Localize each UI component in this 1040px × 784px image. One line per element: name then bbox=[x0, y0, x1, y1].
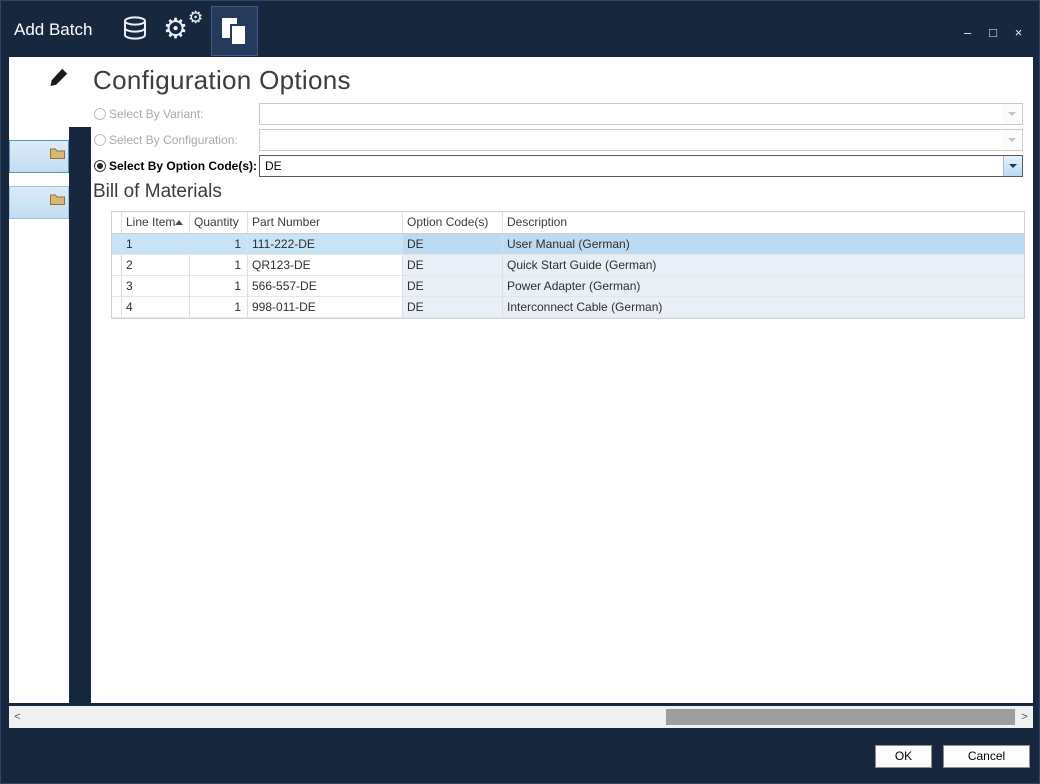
cell-part-number[interactable]: 566-557-DE bbox=[248, 276, 403, 296]
select-by-option-codes-row: Select By Option Code(s): DE bbox=[93, 155, 1023, 177]
combobox-value: DE bbox=[265, 159, 282, 173]
cancel-button[interactable]: Cancel bbox=[943, 745, 1030, 768]
column-header-quantity[interactable]: Quantity bbox=[190, 212, 248, 233]
sidebar-divider bbox=[69, 127, 91, 703]
maximize-button[interactable]: □ bbox=[983, 25, 1004, 40]
minimize-button[interactable]: – bbox=[957, 25, 978, 40]
cell-option-codes[interactable]: DE bbox=[403, 276, 503, 296]
column-header-label: Line Item bbox=[126, 212, 175, 233]
table-row[interactable]: 3 1 566-557-DE DE Power Adapter (German) bbox=[112, 276, 1024, 297]
title-bar[interactable]: Add Batch ⚙ ⚙ – □ bbox=[1, 1, 1039, 57]
scroll-right-arrow-icon[interactable]: > bbox=[1016, 706, 1033, 728]
option-codes-combobox[interactable]: DE bbox=[259, 155, 1023, 177]
row-selector-gutter[interactable] bbox=[112, 297, 122, 317]
copy-icon bbox=[220, 16, 250, 53]
bom-section-title: Bill of Materials bbox=[93, 181, 222, 203]
gear-small-icon: ⚙ bbox=[188, 9, 203, 26]
chevron-down-icon bbox=[1003, 104, 1022, 124]
gears-icon[interactable]: ⚙ ⚙ bbox=[163, 9, 211, 53]
sort-ascending-icon bbox=[175, 220, 183, 225]
cell-part-number[interactable]: QR123-DE bbox=[248, 255, 403, 275]
cell-line-item[interactable]: 3 bbox=[122, 276, 190, 296]
close-button[interactable]: × bbox=[1008, 25, 1029, 40]
edit-pencil-icon bbox=[49, 67, 69, 92]
cell-quantity[interactable]: 1 bbox=[190, 234, 248, 254]
table-row[interactable]: 4 1 998-011-DE DE Interconnect Cable (Ge… bbox=[112, 297, 1024, 318]
window-controls: – □ × bbox=[957, 24, 1029, 42]
scroll-left-arrow-icon[interactable]: < bbox=[9, 706, 26, 728]
chevron-down-icon bbox=[1003, 130, 1022, 150]
window-title: Add Batch bbox=[14, 20, 92, 40]
radio-select-by-variant bbox=[94, 108, 106, 120]
cell-line-item[interactable]: 1 bbox=[122, 234, 190, 254]
column-header-option-codes[interactable]: Option Code(s) bbox=[403, 212, 503, 233]
cell-part-number[interactable]: 111-222-DE bbox=[248, 234, 403, 254]
select-by-configuration-row: Select By Configuration: bbox=[93, 129, 1023, 151]
cell-description[interactable]: Interconnect Cable (German) bbox=[503, 297, 1024, 317]
sidebar-batch-item-1[interactable] bbox=[9, 140, 69, 173]
cell-quantity[interactable]: 1 bbox=[190, 276, 248, 296]
sidebar-batch-item-2[interactable] bbox=[9, 186, 69, 219]
column-header-description[interactable]: Description bbox=[503, 212, 1024, 233]
ok-button[interactable]: OK bbox=[875, 745, 932, 768]
column-header-line-item[interactable]: Line Item bbox=[122, 212, 190, 233]
folder-icon bbox=[50, 192, 65, 210]
cell-description[interactable]: Quick Start Guide (German) bbox=[503, 255, 1024, 275]
table-row[interactable]: 1 1 111-222-DE DE User Manual (German) bbox=[112, 234, 1024, 255]
cell-description[interactable]: User Manual (German) bbox=[503, 234, 1024, 254]
chevron-down-icon[interactable] bbox=[1003, 156, 1022, 176]
cell-option-codes[interactable]: DE bbox=[403, 297, 503, 317]
cell-option-codes[interactable]: DE bbox=[403, 255, 503, 275]
cell-part-number[interactable]: 998-011-DE bbox=[248, 297, 403, 317]
row-selector-gutter[interactable] bbox=[112, 234, 122, 254]
column-header-part-number[interactable]: Part Number bbox=[248, 212, 403, 233]
variant-combobox bbox=[259, 103, 1023, 125]
radio-label-configuration: Select By Configuration: bbox=[109, 133, 238, 147]
cell-quantity[interactable]: 1 bbox=[190, 297, 248, 317]
table-header-row: Line Item Quantity Part Number Option Co… bbox=[112, 212, 1024, 234]
select-by-variant-row: Select By Variant: bbox=[93, 103, 1023, 125]
row-selector-gutter[interactable] bbox=[112, 276, 122, 296]
horizontal-scrollbar[interactable]: < > bbox=[9, 706, 1033, 728]
row-selector-gutter-header bbox=[112, 212, 122, 233]
add-batch-window: Add Batch ⚙ ⚙ – □ bbox=[0, 0, 1040, 784]
radio-select-by-option-codes[interactable] bbox=[94, 160, 106, 172]
bom-table: Line Item Quantity Part Number Option Co… bbox=[111, 211, 1025, 319]
radio-label-option-codes: Select By Option Code(s): bbox=[109, 159, 257, 173]
database-icon[interactable] bbox=[118, 13, 152, 47]
cell-line-item[interactable]: 2 bbox=[122, 255, 190, 275]
cell-description[interactable]: Power Adapter (German) bbox=[503, 276, 1024, 296]
table-row[interactable]: 2 1 QR123-DE DE Quick Start Guide (Germa… bbox=[112, 255, 1024, 276]
gear-large-icon: ⚙ bbox=[163, 15, 188, 43]
scrollbar-thumb[interactable] bbox=[666, 709, 1015, 725]
cell-line-item[interactable]: 4 bbox=[122, 297, 190, 317]
cell-option-codes[interactable]: DE bbox=[403, 234, 503, 254]
row-selector-gutter[interactable] bbox=[112, 255, 122, 275]
copy-tool-tile[interactable] bbox=[211, 6, 258, 56]
page-title: Configuration Options bbox=[93, 65, 351, 96]
main-panel: Configuration Options Select By Variant:… bbox=[9, 57, 1033, 703]
folder-icon bbox=[50, 146, 65, 164]
configuration-combobox bbox=[259, 129, 1023, 151]
cell-quantity[interactable]: 1 bbox=[190, 255, 248, 275]
radio-select-by-configuration bbox=[94, 134, 106, 146]
radio-label-variant: Select By Variant: bbox=[109, 107, 204, 121]
